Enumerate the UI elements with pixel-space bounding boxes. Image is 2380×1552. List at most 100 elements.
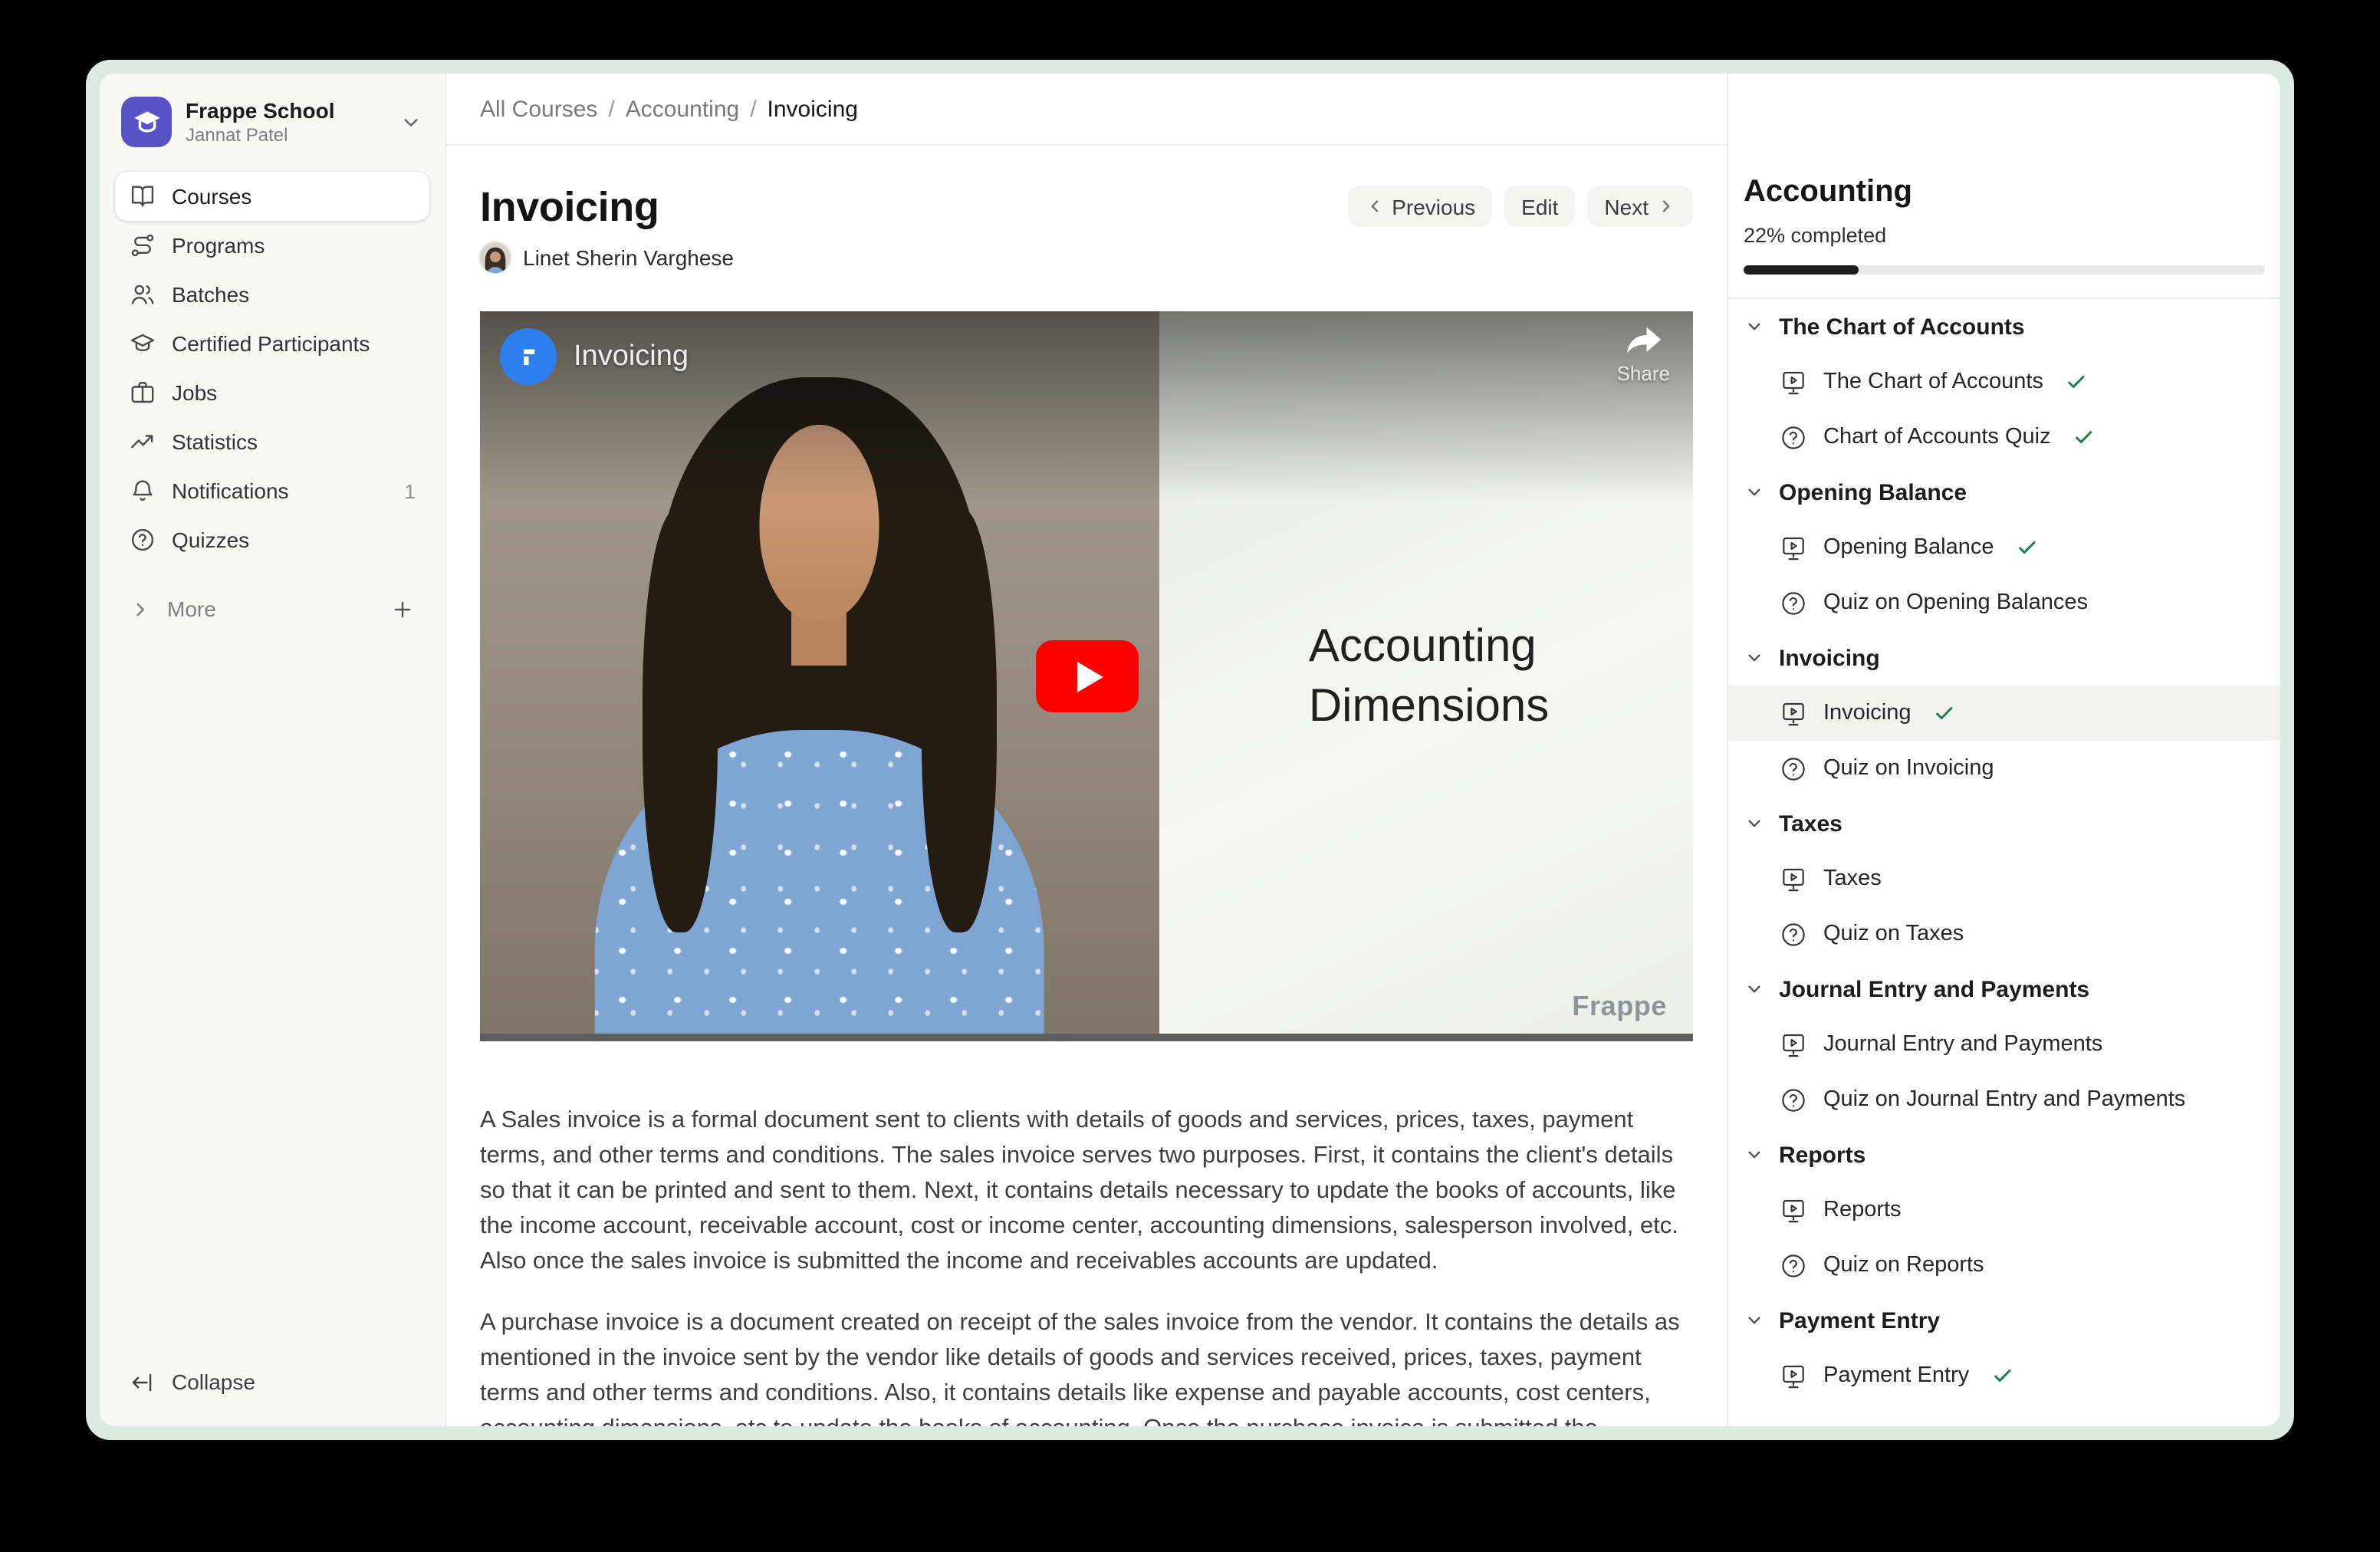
quiz-icon bbox=[1779, 1251, 1808, 1280]
outline-section-header-journal-entry-and-payments[interactable]: Journal Entry and Payments bbox=[1728, 962, 2280, 1017]
share-button[interactable]: Share bbox=[1617, 325, 1670, 385]
lesson-video-icon bbox=[1779, 367, 1808, 396]
paragraph: A purchase invoice is a document created… bbox=[480, 1305, 1693, 1426]
outline-item-chart-of-accounts-quiz[interactable]: Chart of Accounts Quiz bbox=[1728, 409, 2280, 465]
outline-item-label: Quiz on Opening Balances bbox=[1823, 590, 2088, 615]
lesson-video-icon bbox=[1779, 1361, 1808, 1390]
outline-section-header-the-chart-of-accounts[interactable]: The Chart of Accounts bbox=[1728, 299, 2280, 354]
outline-section-header-taxes[interactable]: Taxes bbox=[1728, 796, 2280, 851]
frappe-video-logo-icon bbox=[500, 328, 557, 385]
left-sidebar: Frappe School Jannat Patel Courses Progra… bbox=[100, 74, 446, 1426]
sidebar-item-notifications[interactable]: Notifications1 bbox=[115, 466, 429, 515]
outline-item-label: The Chart of Accounts bbox=[1823, 370, 2043, 394]
outline-item-quiz-on-journal-entry-and-payments[interactable]: Quiz on Journal Entry and Payments bbox=[1728, 1072, 2280, 1127]
outline-section-title: The Chart of Accounts bbox=[1779, 314, 2025, 340]
sidebar-item-label: Courses bbox=[172, 184, 251, 209]
school-name: Frappe School bbox=[186, 97, 385, 123]
paragraph: A Sales invoice is a formal document sen… bbox=[480, 1103, 1693, 1279]
play-icon bbox=[1077, 661, 1103, 692]
chevron-down-icon bbox=[1744, 316, 1765, 337]
outline-item-quiz-on-invoicing[interactable]: Quiz on Invoicing bbox=[1728, 741, 2280, 796]
breadcrumb: All Courses/Accounting/Invoicing bbox=[446, 74, 1727, 146]
lesson-video-icon bbox=[1779, 864, 1808, 893]
sidebar-item-certified-participants[interactable]: Certified Participants bbox=[115, 319, 429, 368]
chevron-down-icon bbox=[1744, 978, 1765, 1000]
check-icon bbox=[1990, 1363, 2015, 1388]
sidebar-item-courses[interactable]: Courses bbox=[115, 172, 429, 221]
outline-section: Taxes Taxes Quiz on Taxes bbox=[1728, 796, 2280, 962]
outline-item-quiz-on-reports[interactable]: Quiz on Reports bbox=[1728, 1238, 2280, 1293]
outline-section-title: Invoicing bbox=[1779, 645, 1880, 671]
more-label: More bbox=[167, 597, 216, 621]
app-frame: Frappe School Jannat Patel Courses Progra… bbox=[86, 60, 2294, 1440]
outline-section-header-opening-balance[interactable]: Opening Balance bbox=[1728, 465, 2280, 520]
chevron-down-icon bbox=[1744, 647, 1765, 669]
chevron-down-icon bbox=[1744, 813, 1765, 834]
chevron-down-icon bbox=[1744, 1310, 1765, 1331]
outline-section-header-reports[interactable]: Reports bbox=[1728, 1127, 2280, 1182]
collapse-sidebar-button[interactable]: Collapse bbox=[115, 1359, 429, 1405]
outline-item-the-chart-of-accounts[interactable]: The Chart of Accounts bbox=[1728, 354, 2280, 409]
outline-item-taxes[interactable]: Taxes bbox=[1728, 851, 2280, 906]
outline-item-label: Invoicing bbox=[1823, 701, 1911, 725]
breadcrumb-link[interactable]: All Courses bbox=[480, 96, 597, 122]
sidebar-item-programs[interactable]: Programs bbox=[115, 221, 429, 270]
help-circle-icon bbox=[129, 526, 156, 554]
slide-panel: Accounting Dimensions Frappe bbox=[1159, 311, 1693, 1041]
video-player[interactable]: Accounting Dimensions Frappe Invoicing bbox=[480, 311, 1693, 1041]
outline-section: Payment Entry Payment Entry bbox=[1728, 1293, 2280, 1403]
outline-item-invoicing[interactable]: Invoicing bbox=[1728, 686, 2280, 741]
outline-item-journal-entry-and-payments[interactable]: Journal Entry and Payments bbox=[1728, 1017, 2280, 1072]
breadcrumb-link[interactable]: Accounting bbox=[626, 96, 739, 122]
outline-section: Reports Reports Quiz on Reports bbox=[1728, 1127, 2280, 1293]
previous-button[interactable]: Previous bbox=[1347, 186, 1492, 227]
breadcrumb-separator: / bbox=[608, 96, 614, 122]
check-icon bbox=[2016, 535, 2040, 560]
book-open-icon bbox=[129, 182, 156, 210]
sidebar-item-batches[interactable]: Batches bbox=[115, 270, 429, 319]
outline-item-label: Journal Entry and Payments bbox=[1823, 1032, 2102, 1057]
outline-item-label: Quiz on Taxes bbox=[1823, 922, 1964, 946]
breadcrumb-current: Invoicing bbox=[768, 96, 858, 122]
notification-count: 1 bbox=[405, 479, 416, 502]
quiz-icon bbox=[1779, 588, 1808, 617]
outline-item-payment-entry[interactable]: Payment Entry bbox=[1728, 1348, 2280, 1403]
chevron-left-icon bbox=[1364, 196, 1384, 216]
video-channel-badge[interactable]: Invoicing bbox=[500, 328, 689, 385]
lesson-text: A Sales invoice is a formal document sen… bbox=[480, 1103, 1693, 1426]
outline-section: Journal Entry and Payments Journal Entry … bbox=[1728, 962, 2280, 1127]
outline-section-title: Payment Entry bbox=[1779, 1307, 1940, 1333]
outline-item-quiz-on-taxes[interactable]: Quiz on Taxes bbox=[1728, 906, 2280, 962]
sidebar-item-statistics[interactable]: Statistics bbox=[115, 417, 429, 466]
edit-button[interactable]: Edit bbox=[1504, 186, 1575, 227]
outline-item-label: Reports bbox=[1823, 1198, 1902, 1222]
workspace-switcher[interactable]: Frappe School Jannat Patel bbox=[115, 97, 429, 147]
outline-item-opening-balance[interactable]: Opening Balance bbox=[1728, 520, 2280, 575]
outline-item-quiz-on-opening-balances[interactable]: Quiz on Opening Balances bbox=[1728, 575, 2280, 630]
lesson-video-icon bbox=[1779, 699, 1808, 728]
play-button[interactable] bbox=[1035, 640, 1138, 712]
outline-section-header-payment-entry[interactable]: Payment Entry bbox=[1728, 1293, 2280, 1348]
lesson-nav-buttons: Previous Edit Next bbox=[1347, 186, 1693, 227]
outline-section: Invoicing Invoicing Quiz on Invoicing bbox=[1728, 630, 2280, 796]
lesson-video-icon bbox=[1779, 1195, 1808, 1225]
course-outline-panel: Accounting 22% completed The Chart of Ac… bbox=[1727, 74, 2280, 1426]
plus-icon[interactable] bbox=[390, 596, 416, 622]
video-overlay-title: Invoicing bbox=[574, 340, 689, 373]
sidebar-item-label: Certified Participants bbox=[172, 331, 370, 356]
frappe-school-logo bbox=[121, 97, 172, 147]
outline-item-label: Quiz on Reports bbox=[1823, 1253, 1984, 1277]
app-window: Frappe School Jannat Patel Courses Progra… bbox=[100, 74, 2280, 1426]
outline-item-reports[interactable]: Reports bbox=[1728, 1182, 2280, 1238]
outline-section-header-invoicing[interactable]: Invoicing bbox=[1728, 630, 2280, 686]
trending-up-icon bbox=[129, 428, 156, 455]
sidebar-item-quizzes[interactable]: Quizzes bbox=[115, 515, 429, 564]
sidebar-item-jobs[interactable]: Jobs bbox=[115, 368, 429, 417]
briefcase-icon bbox=[129, 379, 156, 406]
outline-section-title: Taxes bbox=[1779, 811, 1843, 837]
outline-section: The Chart of Accounts The Chart of Accoun… bbox=[1728, 299, 2280, 465]
progress-bar bbox=[1744, 265, 2265, 275]
check-icon bbox=[2073, 425, 2097, 449]
next-button[interactable]: Next bbox=[1587, 186, 1693, 227]
sidebar-item-more[interactable]: More bbox=[115, 586, 429, 632]
